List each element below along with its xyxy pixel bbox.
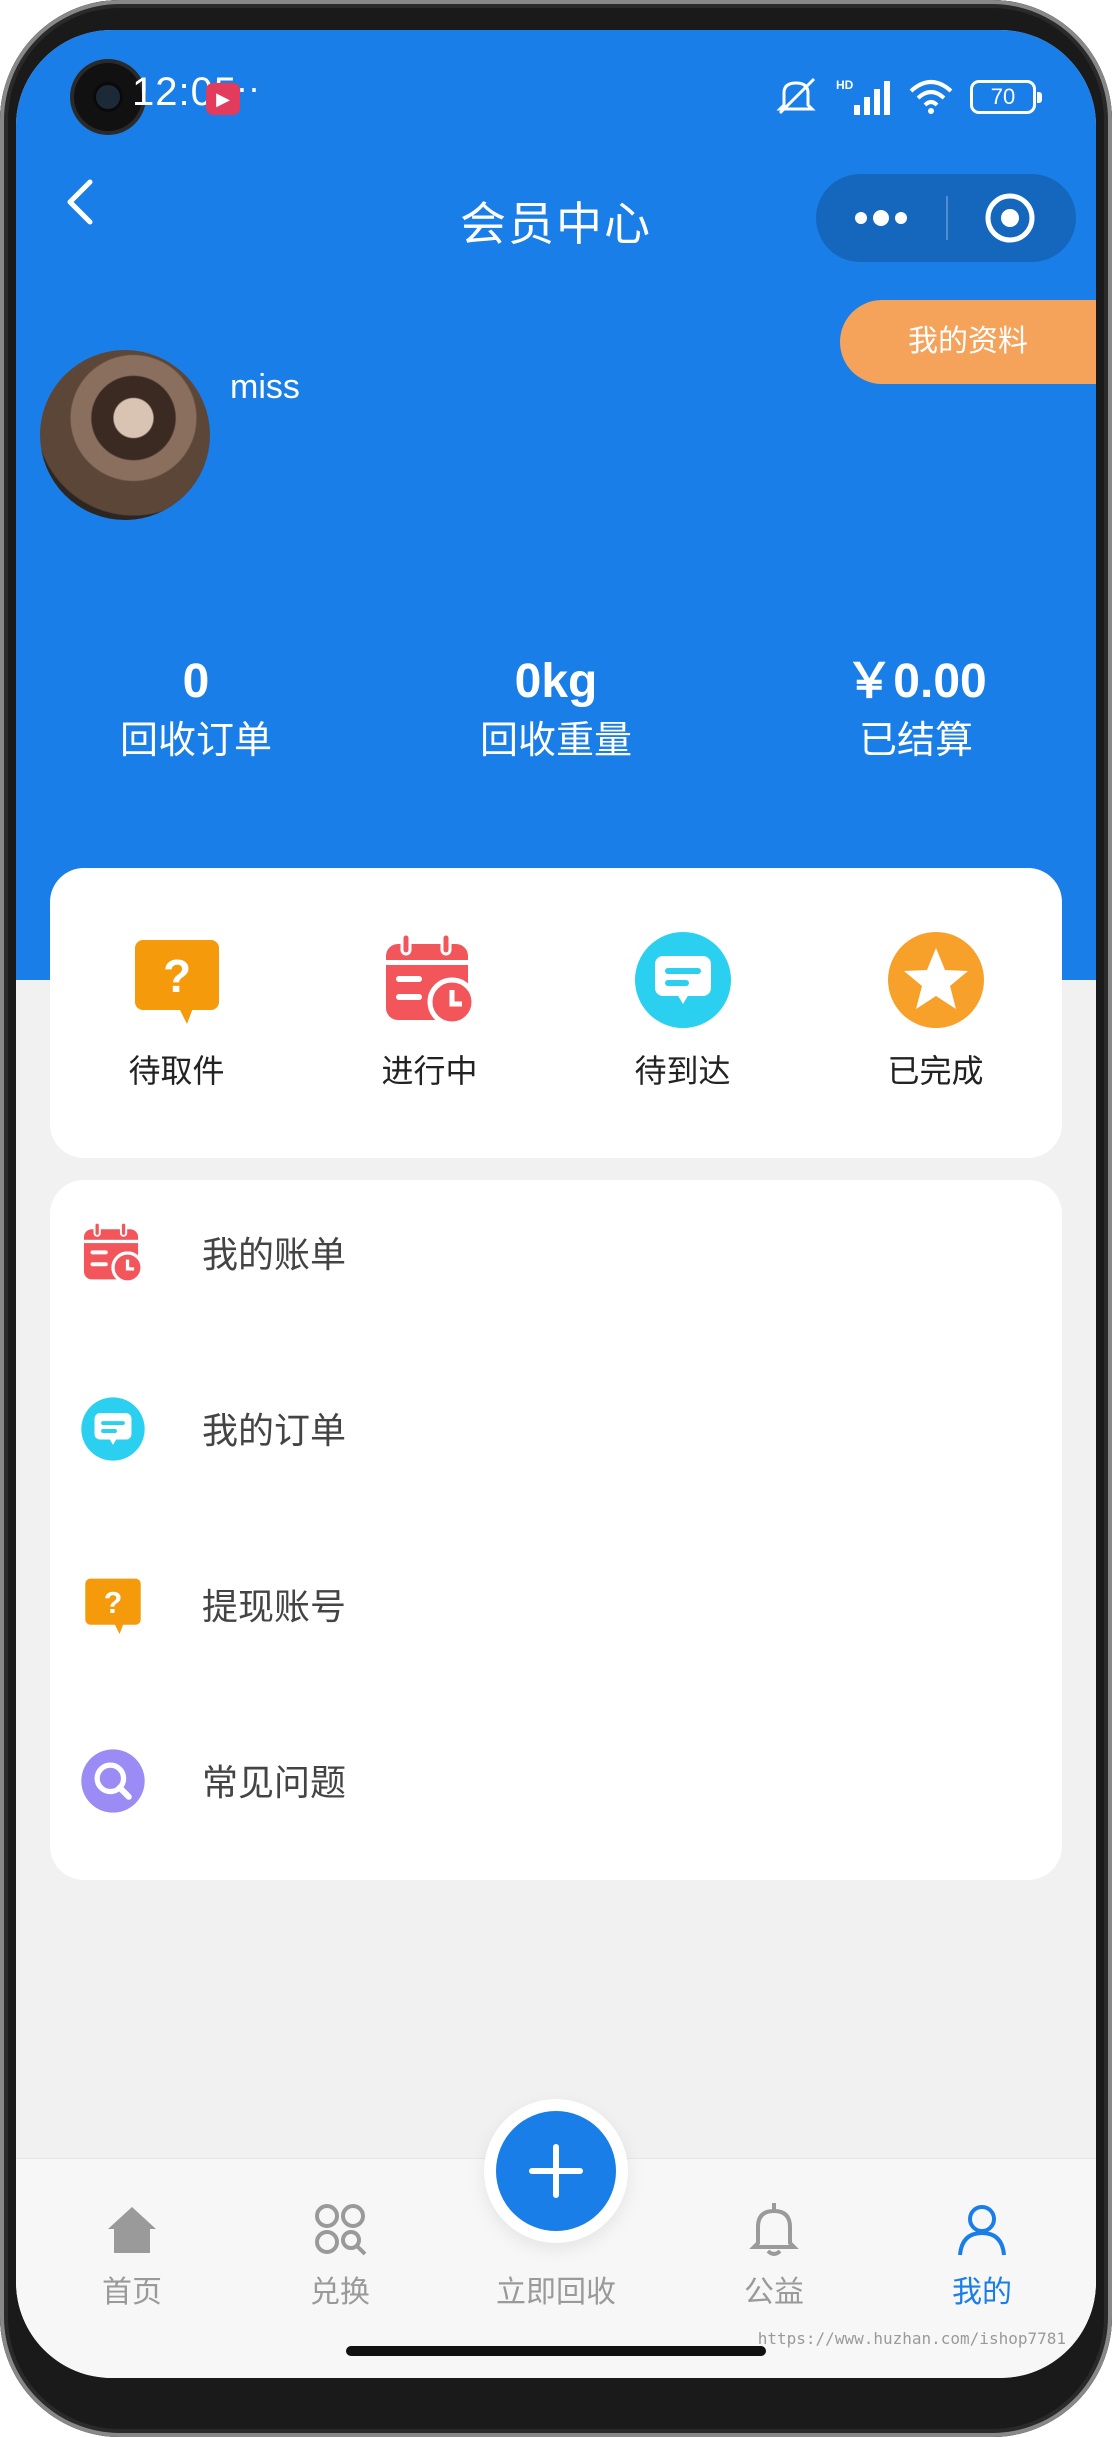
order-completed[interactable]: 已完成 bbox=[809, 868, 1062, 1158]
search-circle-icon bbox=[81, 1749, 145, 1813]
menu-list: 我的账单 我的订单 ? 提现账号 常见问题 bbox=[50, 1180, 1062, 1880]
order-status-label: 进行中 bbox=[381, 1053, 478, 1089]
stat-label: 已结算 bbox=[858, 720, 973, 762]
menu-item-label: 我的账单 bbox=[202, 1234, 347, 1275]
star-icon bbox=[887, 932, 984, 1028]
stat-value: 0 bbox=[182, 655, 210, 708]
menu-item-my-bills[interactable]: 我的账单 bbox=[50, 1180, 1062, 1310]
menu-item-my-orders[interactable]: 我的订单 bbox=[50, 1356, 1062, 1486]
stat-orders[interactable]: 0 回收订单 bbox=[16, 652, 376, 770]
order-status-label: 待取件 bbox=[128, 1053, 225, 1089]
question-bubble-icon: ? bbox=[134, 940, 219, 1024]
more-options-icon[interactable] bbox=[816, 174, 946, 262]
stat-settled[interactable]: ￥0.00 已结算 bbox=[736, 652, 1096, 770]
tab-home[interactable]: 首页 bbox=[32, 2199, 232, 2311]
tab-label: 兑换 bbox=[310, 2276, 370, 2309]
menu-item-label: 我的订单 bbox=[202, 1410, 347, 1451]
stat-label: 回收订单 bbox=[119, 720, 272, 762]
tab-bar: 首页 兑换 立即回收 公益 我的 https://www.huzhan.com/… bbox=[16, 2099, 1096, 2378]
question-bubble-icon: ? bbox=[85, 1578, 141, 1635]
network-type: HD bbox=[836, 78, 854, 92]
screen: 12:05 ▶ ·· HD 70 会员中心 miss 我的资料 0 回收订单 0… bbox=[16, 30, 1096, 2378]
more-notifications-indicator: ·· bbox=[236, 67, 260, 108]
tab-recycle-now[interactable]: 立即回收 bbox=[456, 2099, 656, 2311]
stat-value: ￥0.00 bbox=[845, 655, 987, 708]
bell-icon bbox=[749, 2203, 799, 2256]
message-bubble-icon bbox=[634, 932, 731, 1028]
tab-mine[interactable]: 我的 bbox=[882, 2199, 1082, 2311]
phone-frame: 12:05 ▶ ·· HD 70 会员中心 miss 我的资料 0 回收订单 0… bbox=[0, 0, 1112, 2437]
stat-weight[interactable]: 0kg 回收重量 bbox=[376, 652, 736, 770]
home-indicator[interactable] bbox=[346, 2346, 766, 2356]
nav-bar: 会员中心 bbox=[16, 150, 1096, 262]
plus-icon bbox=[529, 2144, 583, 2198]
tab-label: 首页 bbox=[102, 2276, 162, 2309]
calendar-clock-icon bbox=[385, 932, 476, 1027]
order-pending-pickup[interactable]: ? 待取件 bbox=[50, 868, 303, 1158]
avatar[interactable] bbox=[40, 350, 210, 520]
message-bubble-icon bbox=[81, 1397, 145, 1461]
wifi-icon bbox=[909, 80, 953, 114]
menu-item-label: 常见问题 bbox=[202, 1762, 347, 1803]
user-icon bbox=[958, 2205, 1006, 2256]
my-profile-button[interactable]: 我的资料 bbox=[840, 300, 1096, 384]
order-status-label: 待到达 bbox=[634, 1053, 731, 1089]
stat-label: 回收重量 bbox=[479, 720, 632, 762]
fab-ring bbox=[484, 2099, 628, 2243]
menu-item-faq[interactable]: 常见问题 bbox=[50, 1708, 1062, 1838]
grid-icon bbox=[315, 2204, 367, 2256]
svg-text:?: ? bbox=[162, 950, 190, 1002]
battery-indicator: 70 bbox=[970, 80, 1042, 114]
mute-icon bbox=[776, 77, 816, 115]
order-awaiting-arrival[interactable]: 待到达 bbox=[556, 868, 809, 1158]
tab-label: 公益 bbox=[744, 2276, 804, 2309]
tab-charity[interactable]: 公益 bbox=[674, 2199, 874, 2311]
calendar-clock-icon bbox=[83, 1221, 144, 1284]
menu-item-label: 提现账号 bbox=[202, 1586, 347, 1627]
stat-value: 0kg bbox=[514, 655, 598, 708]
home-icon bbox=[108, 2207, 156, 2253]
video-notification-icon: ▶ bbox=[206, 83, 240, 115]
status-bar: 12:05 ▶ ·· HD 70 bbox=[16, 63, 1096, 145]
order-in-progress[interactable]: 进行中 bbox=[303, 868, 556, 1158]
username: miss bbox=[230, 368, 300, 406]
miniapp-capsule bbox=[816, 174, 1076, 262]
tab-label: 立即回收 bbox=[496, 2276, 616, 2309]
stats-row: 0 回收订单 0kg 回收重量 ￥0.00 已结算 bbox=[16, 652, 1096, 770]
order-status-label: 已完成 bbox=[887, 1053, 984, 1089]
svg-text:?: ? bbox=[104, 1587, 123, 1620]
status-icons: HD 70 bbox=[776, 77, 1042, 117]
close-miniapp-icon[interactable] bbox=[948, 174, 1076, 262]
order-status-card: ? 待取件 进行中 待到达 已完成 bbox=[50, 868, 1062, 1158]
watermark: https://www.huzhan.com/ishop7781 bbox=[757, 2329, 1066, 2348]
tab-exchange[interactable]: 兑换 bbox=[240, 2199, 440, 2311]
menu-item-withdraw-account[interactable]: ? 提现账号 bbox=[50, 1532, 1062, 1662]
recycle-now-button[interactable] bbox=[496, 2111, 616, 2231]
signal-icon: HD bbox=[836, 78, 890, 115]
tab-label: 我的 bbox=[952, 2276, 1012, 2309]
